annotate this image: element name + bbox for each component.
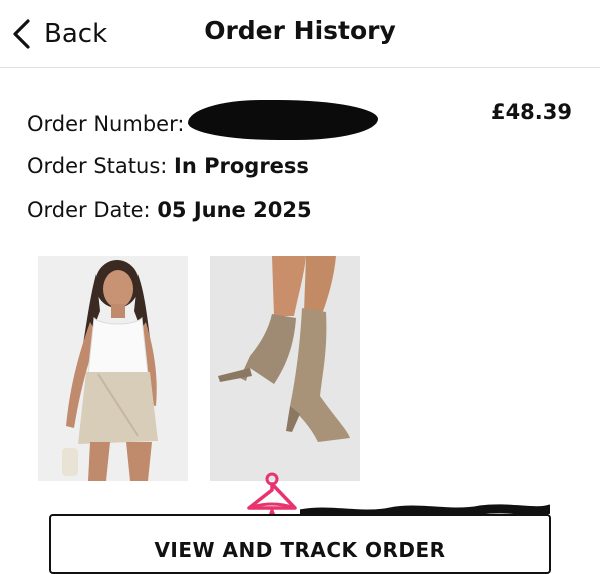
order-status-label: Order Status: xyxy=(27,154,168,178)
woman-outfit-icon xyxy=(62,260,158,481)
view-and-track-order-label: VIEW AND TRACK ORDER xyxy=(154,538,446,562)
product-image-boots[interactable] xyxy=(210,256,360,481)
order-date-value: 05 June 2025 xyxy=(157,198,312,222)
view-and-track-order-button[interactable]: VIEW AND TRACK ORDER xyxy=(49,514,551,574)
page-title: Order History xyxy=(204,16,396,45)
top-bar: Back Order History xyxy=(0,0,600,68)
order-total: £48.39 xyxy=(490,100,572,124)
product-image-outfit[interactable] xyxy=(38,256,188,481)
heeled-boots-icon xyxy=(218,256,350,442)
order-date-label: Order Date: xyxy=(27,198,151,222)
order-number-row: Order Number: xyxy=(27,100,379,144)
order-date-row: Order Date: 05 June 2025 xyxy=(27,198,312,222)
order-status-value: In Progress xyxy=(174,154,309,178)
order-number-label: Order Number: xyxy=(27,112,185,136)
redacted-order-number xyxy=(188,100,379,140)
order-status-row: Order Status: In Progress xyxy=(27,154,309,178)
